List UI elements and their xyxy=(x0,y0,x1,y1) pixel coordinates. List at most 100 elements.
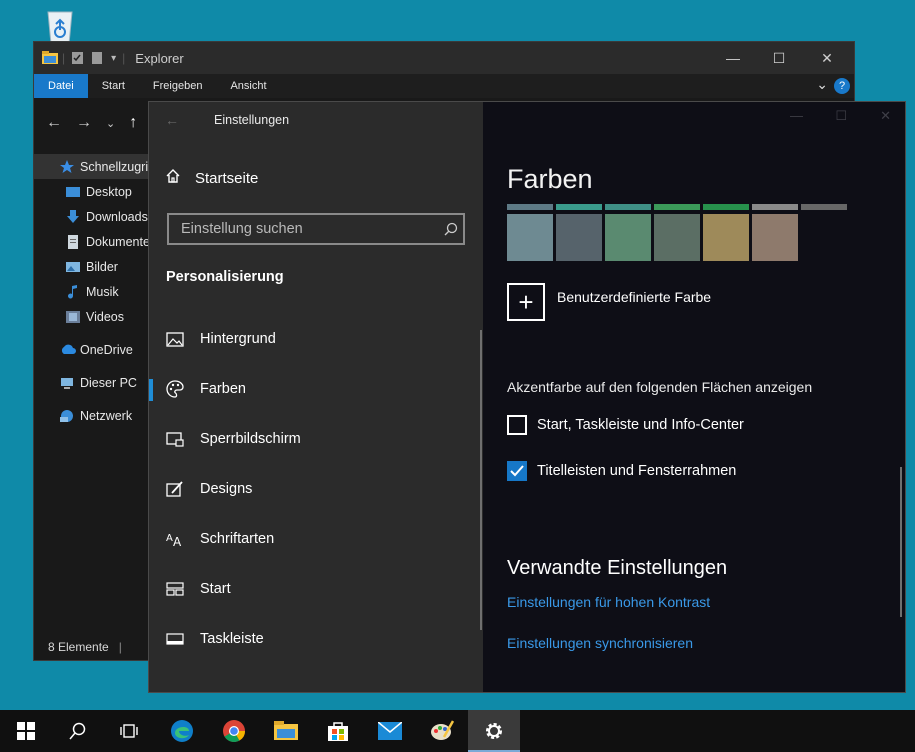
home-icon xyxy=(165,168,181,188)
custom-color-button[interactable]: + Benutzerdefinierte Farbe xyxy=(507,283,711,321)
home-link[interactable]: Startseite xyxy=(165,168,258,188)
content-scrollbar[interactable] xyxy=(900,467,902,617)
brush-icon xyxy=(166,480,184,498)
nav-item-start[interactable]: Start xyxy=(149,564,483,614)
titlebar-checkbox-row[interactable]: Titelleisten und Fensterrahmen xyxy=(507,461,736,481)
sidebar-item-musik[interactable]: Musik xyxy=(34,279,149,304)
nav-item-taskleiste[interactable]: Taskleiste xyxy=(149,614,483,664)
settings-search[interactable] xyxy=(167,213,465,245)
color-swatch[interactable] xyxy=(605,204,651,261)
help-icon[interactable]: ? xyxy=(834,78,850,94)
status-bar: 8 Elemente | xyxy=(48,640,122,654)
customize-toolbar-icon[interactable]: ▾ xyxy=(111,53,116,64)
svg-text:A: A xyxy=(166,533,173,544)
nav-item-schriftarten[interactable]: AA Schriftarten xyxy=(149,514,483,564)
settings-gear-icon[interactable] xyxy=(468,710,520,752)
minimize-button[interactable]: — xyxy=(790,108,803,123)
color-swatch[interactable] xyxy=(752,204,798,261)
search-icon[interactable] xyxy=(52,710,104,752)
tab-freigeben[interactable]: Freigeben xyxy=(139,74,217,98)
color-swatch[interactable] xyxy=(556,204,602,261)
download-icon xyxy=(66,209,80,224)
start-taskbar-checkbox[interactable] xyxy=(507,415,527,435)
explorer-titlebar: | ▾ | Explorer — ☐ ✕ xyxy=(34,42,854,74)
properties-icon[interactable] xyxy=(71,51,85,65)
sidebar-item-onedrive[interactable]: OneDrive xyxy=(34,337,149,362)
recent-locations-icon[interactable]: ⌄ xyxy=(106,117,115,130)
start-taskbar-checkbox-row[interactable]: Start, Taskleiste und Info-Center xyxy=(507,415,744,435)
lock-screen-icon xyxy=(166,430,184,448)
explorer-sidebar: Schnellzugriff Desktop Downloads Dokumen… xyxy=(34,154,149,428)
checkmark-icon xyxy=(510,465,524,477)
forward-arrow-icon[interactable]: → xyxy=(76,114,92,132)
plus-icon: + xyxy=(507,283,545,321)
sidebar-item-dieser-pc[interactable]: Dieser PC xyxy=(34,370,149,395)
search-input[interactable] xyxy=(179,220,439,238)
high-contrast-link[interactable]: Einstellungen für hohen Kontrast xyxy=(507,594,710,610)
titlebar-checkbox[interactable] xyxy=(507,461,527,481)
settings-window: ← Einstellungen Startseite Personalisier… xyxy=(148,101,906,693)
new-folder-icon[interactable] xyxy=(91,51,105,65)
color-swatch[interactable] xyxy=(507,204,553,261)
related-settings-heading: Verwandte Einstellungen xyxy=(507,557,728,579)
windows-start-icon[interactable] xyxy=(0,710,52,752)
nav-item-hintergrund[interactable]: Hintergrund xyxy=(149,314,483,364)
font-icon: AA xyxy=(166,530,184,548)
item-count: 8 Elemente xyxy=(48,640,109,654)
close-button[interactable]: ✕ xyxy=(804,42,850,74)
explorer-title: Explorer xyxy=(135,50,184,66)
maximize-button[interactable]: ☐ xyxy=(756,42,802,74)
sidebar-item-netzwerk[interactable]: Netzwerk xyxy=(34,403,149,428)
video-icon xyxy=(66,310,80,324)
search-icon[interactable] xyxy=(439,222,463,236)
taskbar xyxy=(0,710,915,752)
document-icon xyxy=(66,234,80,249)
folder-icon xyxy=(42,51,58,65)
nav-scrollbar[interactable] xyxy=(480,330,482,630)
nav-item-farben[interactable]: Farben xyxy=(149,364,483,414)
minimize-button[interactable]: — xyxy=(710,42,756,74)
back-arrow-icon[interactable]: ← xyxy=(46,114,62,132)
sidebar-item-videos[interactable]: Videos xyxy=(34,304,149,329)
star-icon xyxy=(60,159,74,174)
color-swatches xyxy=(507,204,847,261)
sidebar-item-downloads[interactable]: Downloads xyxy=(34,204,149,229)
file-explorer-icon[interactable] xyxy=(260,710,312,752)
sidebar-item-desktop[interactable]: Desktop xyxy=(34,179,149,204)
color-swatch[interactable] xyxy=(703,204,749,261)
settings-nav-pane: ← Einstellungen Startseite Personalisier… xyxy=(149,102,483,692)
section-heading: Personalisierung xyxy=(166,269,284,285)
desktop-folder-icon xyxy=(66,185,80,199)
sidebar-item-schnellzugriff[interactable]: Schnellzugriff xyxy=(34,154,149,179)
tab-datei[interactable]: Datei xyxy=(34,74,88,98)
taskbar-icon xyxy=(166,630,184,648)
task-view-icon[interactable] xyxy=(104,710,156,752)
settings-title: Einstellungen xyxy=(214,113,290,127)
chrome-icon[interactable] xyxy=(208,710,260,752)
paint-icon[interactable] xyxy=(416,710,468,752)
back-arrow-icon[interactable]: ← xyxy=(165,112,179,128)
color-swatch[interactable] xyxy=(801,204,847,261)
maximize-button[interactable]: ☐ xyxy=(835,108,847,124)
tab-ansicht[interactable]: Ansicht xyxy=(216,74,280,98)
tab-start[interactable]: Start xyxy=(88,74,139,98)
page-title: Farben xyxy=(507,164,593,194)
nav-item-designs[interactable]: Designs xyxy=(149,464,483,514)
color-swatch[interactable] xyxy=(654,204,700,261)
mail-icon[interactable] xyxy=(364,710,416,752)
start-layout-icon xyxy=(166,580,184,598)
sidebar-item-bilder[interactable]: Bilder xyxy=(34,254,149,279)
sidebar-item-dokumente[interactable]: Dokumente xyxy=(34,229,149,254)
chevron-down-icon[interactable]: ⌄ xyxy=(816,76,828,93)
cloud-icon xyxy=(60,343,76,357)
nav-item-sperrbildschirm[interactable]: Sperrbildschirm xyxy=(149,414,483,464)
up-arrow-icon[interactable]: ↑ xyxy=(129,114,137,132)
ribbon-tabs: Datei Start Freigeben Ansicht ⌄ ? xyxy=(34,74,854,98)
sync-settings-link[interactable]: Einstellungen synchronisieren xyxy=(507,635,693,651)
store-icon[interactable] xyxy=(312,710,364,752)
edge-icon[interactable] xyxy=(156,710,208,752)
recycle-bin-icon[interactable] xyxy=(38,6,82,46)
palette-icon xyxy=(166,380,184,398)
close-button[interactable]: ✕ xyxy=(880,108,891,124)
personalization-nav: Hintergrund Farben Sperrbildschirm Desig… xyxy=(149,314,483,664)
